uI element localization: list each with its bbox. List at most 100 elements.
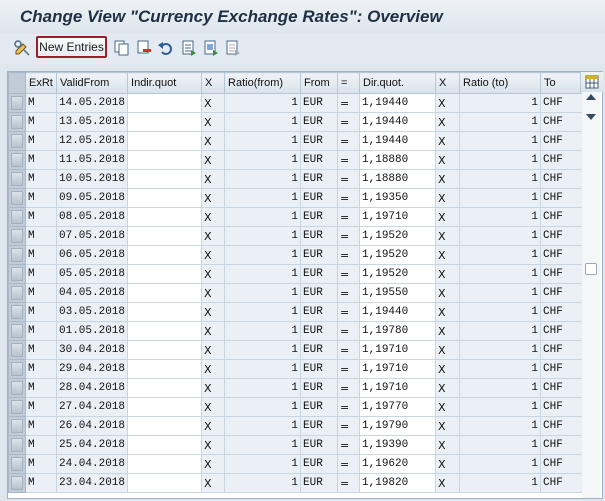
cell-dir-quot[interactable]: 1,19710 — [359, 359, 437, 379]
cell-dir-quot[interactable]: 1,19710 — [359, 340, 437, 360]
cell-indir-quot[interactable] — [127, 150, 203, 170]
cell-indir-quot[interactable] — [127, 340, 203, 360]
table-row[interactable]: M 05.05.2018 X 1 EUR = 1,19520 X 1 CHF — [8, 264, 585, 284]
select-block-icon[interactable] — [202, 39, 220, 57]
cell-dir-quot[interactable]: 1,19620 — [359, 454, 437, 474]
table-row[interactable]: M 07.05.2018 X 1 EUR = 1,19520 X 1 CHF — [8, 226, 585, 246]
table-row[interactable]: M 30.04.2018 X 1 EUR = 1,19710 X 1 CHF — [8, 340, 585, 360]
cell-indir-quot[interactable] — [127, 435, 203, 455]
delete-icon[interactable] — [135, 39, 153, 57]
row-selector[interactable] — [8, 207, 26, 227]
table-row[interactable]: M 14.05.2018 X 1 EUR = 1,19440 X 1 CHF — [8, 93, 585, 113]
display-change-icon[interactable] — [13, 39, 31, 57]
row-selector[interactable] — [8, 340, 26, 360]
cell-indir-quot[interactable] — [127, 359, 203, 379]
cell-indir-quot[interactable] — [127, 321, 203, 341]
cell-dir-quot[interactable]: 1,19550 — [359, 283, 437, 303]
table-row[interactable]: M 08.05.2018 X 1 EUR = 1,19710 X 1 CHF — [8, 207, 585, 227]
column-header-dir-quot[interactable]: Dir.quot. — [359, 72, 437, 94]
column-header-exrt[interactable]: ExRt — [25, 72, 57, 94]
table-row[interactable]: M 24.04.2018 X 1 EUR = 1,19620 X 1 CHF — [8, 454, 585, 474]
row-selector[interactable] — [8, 454, 26, 474]
row-selector[interactable] — [8, 188, 26, 208]
column-header-ratio-to[interactable]: Ratio (to) — [459, 72, 542, 94]
cell-indir-quot[interactable] — [127, 283, 203, 303]
row-selector[interactable] — [8, 397, 26, 417]
cell-dir-quot[interactable]: 1,19440 — [359, 112, 437, 132]
row-selector[interactable] — [8, 150, 26, 170]
table-row[interactable]: M 29.04.2018 X 1 EUR = 1,19710 X 1 CHF — [8, 359, 585, 379]
undo-icon[interactable] — [157, 39, 175, 57]
table-row[interactable]: M 28.04.2018 X 1 EUR = 1,19710 X 1 CHF — [8, 378, 585, 398]
vertical-scrollbar[interactable] — [582, 92, 600, 498]
row-selector[interactable] — [8, 112, 26, 132]
cell-dir-quot[interactable]: 1,19710 — [359, 378, 437, 398]
table-row[interactable]: M 11.05.2018 X 1 EUR = 1,18880 X 1 CHF — [8, 150, 585, 170]
cell-indir-quot[interactable] — [127, 188, 203, 208]
column-header-ratio-from[interactable]: Ratio(from) — [224, 72, 302, 94]
cell-indir-quot[interactable] — [127, 378, 203, 398]
new-entries-button[interactable]: New Entries — [36, 36, 107, 58]
column-header-indir-quot[interactable]: Indir.quot — [127, 72, 203, 94]
cell-dir-quot[interactable]: 1,19520 — [359, 264, 437, 284]
scroll-thumb[interactable] — [585, 263, 597, 275]
cell-indir-quot[interactable] — [127, 416, 203, 436]
table-row[interactable]: M 09.05.2018 X 1 EUR = 1,19350 X 1 CHF — [8, 188, 585, 208]
cell-dir-quot[interactable]: 1,19440 — [359, 131, 437, 151]
select-all-corner[interactable] — [8, 72, 26, 94]
column-header-to[interactable]: To — [540, 72, 585, 94]
row-selector[interactable] — [8, 473, 26, 493]
cell-dir-quot[interactable]: 1,19390 — [359, 435, 437, 455]
cell-dir-quot[interactable]: 1,19790 — [359, 416, 437, 436]
cell-dir-quot[interactable]: 1,19520 — [359, 226, 437, 246]
row-selector[interactable] — [8, 283, 26, 303]
cell-indir-quot[interactable] — [127, 112, 203, 132]
cell-indir-quot[interactable] — [127, 454, 203, 474]
row-selector[interactable] — [8, 169, 26, 189]
row-selector[interactable] — [8, 93, 26, 113]
deselect-all-icon[interactable] — [224, 39, 242, 57]
select-all-icon[interactable] — [180, 39, 198, 57]
row-selector[interactable] — [8, 378, 26, 398]
row-selector[interactable] — [8, 321, 26, 341]
cell-indir-quot[interactable] — [127, 473, 203, 493]
cell-indir-quot[interactable] — [127, 131, 203, 151]
scroll-track[interactable] — [585, 128, 597, 494]
table-row[interactable]: M 26.04.2018 X 1 EUR = 1,19790 X 1 CHF — [8, 416, 585, 436]
scroll-up-arrow-icon[interactable] — [586, 94, 596, 100]
cell-dir-quot[interactable]: 1,18880 — [359, 150, 437, 170]
cell-dir-quot[interactable]: 1,19350 — [359, 188, 437, 208]
cell-dir-quot[interactable]: 1,19780 — [359, 321, 437, 341]
column-header-from[interactable]: From — [300, 72, 339, 94]
table-row[interactable]: M 06.05.2018 X 1 EUR = 1,19520 X 1 CHF — [8, 245, 585, 265]
cell-dir-quot[interactable]: 1,19770 — [359, 397, 437, 417]
cell-indir-quot[interactable] — [127, 207, 203, 227]
table-row[interactable]: M 04.05.2018 X 1 EUR = 1,19550 X 1 CHF — [8, 283, 585, 303]
table-row[interactable]: M 10.05.2018 X 1 EUR = 1,18880 X 1 CHF — [8, 169, 585, 189]
scroll-down-arrow-icon[interactable] — [586, 114, 596, 120]
cell-indir-quot[interactable] — [127, 302, 203, 322]
column-header-x-from[interactable]: X — [201, 72, 226, 94]
table-row[interactable]: M 01.05.2018 X 1 EUR = 1,19780 X 1 CHF — [8, 321, 585, 341]
table-row[interactable]: M 12.05.2018 X 1 EUR = 1,19440 X 1 CHF — [8, 131, 585, 151]
cell-indir-quot[interactable] — [127, 93, 203, 113]
table-settings-button[interactable] — [580, 72, 603, 92]
cell-dir-quot[interactable]: 1,19440 — [359, 93, 437, 113]
table-row[interactable]: M 25.04.2018 X 1 EUR = 1,19390 X 1 CHF — [8, 435, 585, 455]
row-selector[interactable] — [8, 264, 26, 284]
cell-indir-quot[interactable] — [127, 226, 203, 246]
row-selector[interactable] — [8, 131, 26, 151]
column-header-equals[interactable]: = — [337, 72, 361, 94]
cell-dir-quot[interactable]: 1,18880 — [359, 169, 437, 189]
cell-dir-quot[interactable]: 1,19710 — [359, 207, 437, 227]
table-row[interactable]: M 13.05.2018 X 1 EUR = 1,19440 X 1 CHF — [8, 112, 585, 132]
row-selector[interactable] — [8, 435, 26, 455]
row-selector[interactable] — [8, 245, 26, 265]
table-row[interactable]: M 23.04.2018 X 1 EUR = 1,19820 X 1 CHF — [8, 473, 585, 493]
cell-indir-quot[interactable] — [127, 245, 203, 265]
row-selector[interactable] — [8, 226, 26, 246]
copy-icon[interactable] — [113, 39, 131, 57]
cell-indir-quot[interactable] — [127, 169, 203, 189]
cell-indir-quot[interactable] — [127, 397, 203, 417]
row-selector[interactable] — [8, 416, 26, 436]
